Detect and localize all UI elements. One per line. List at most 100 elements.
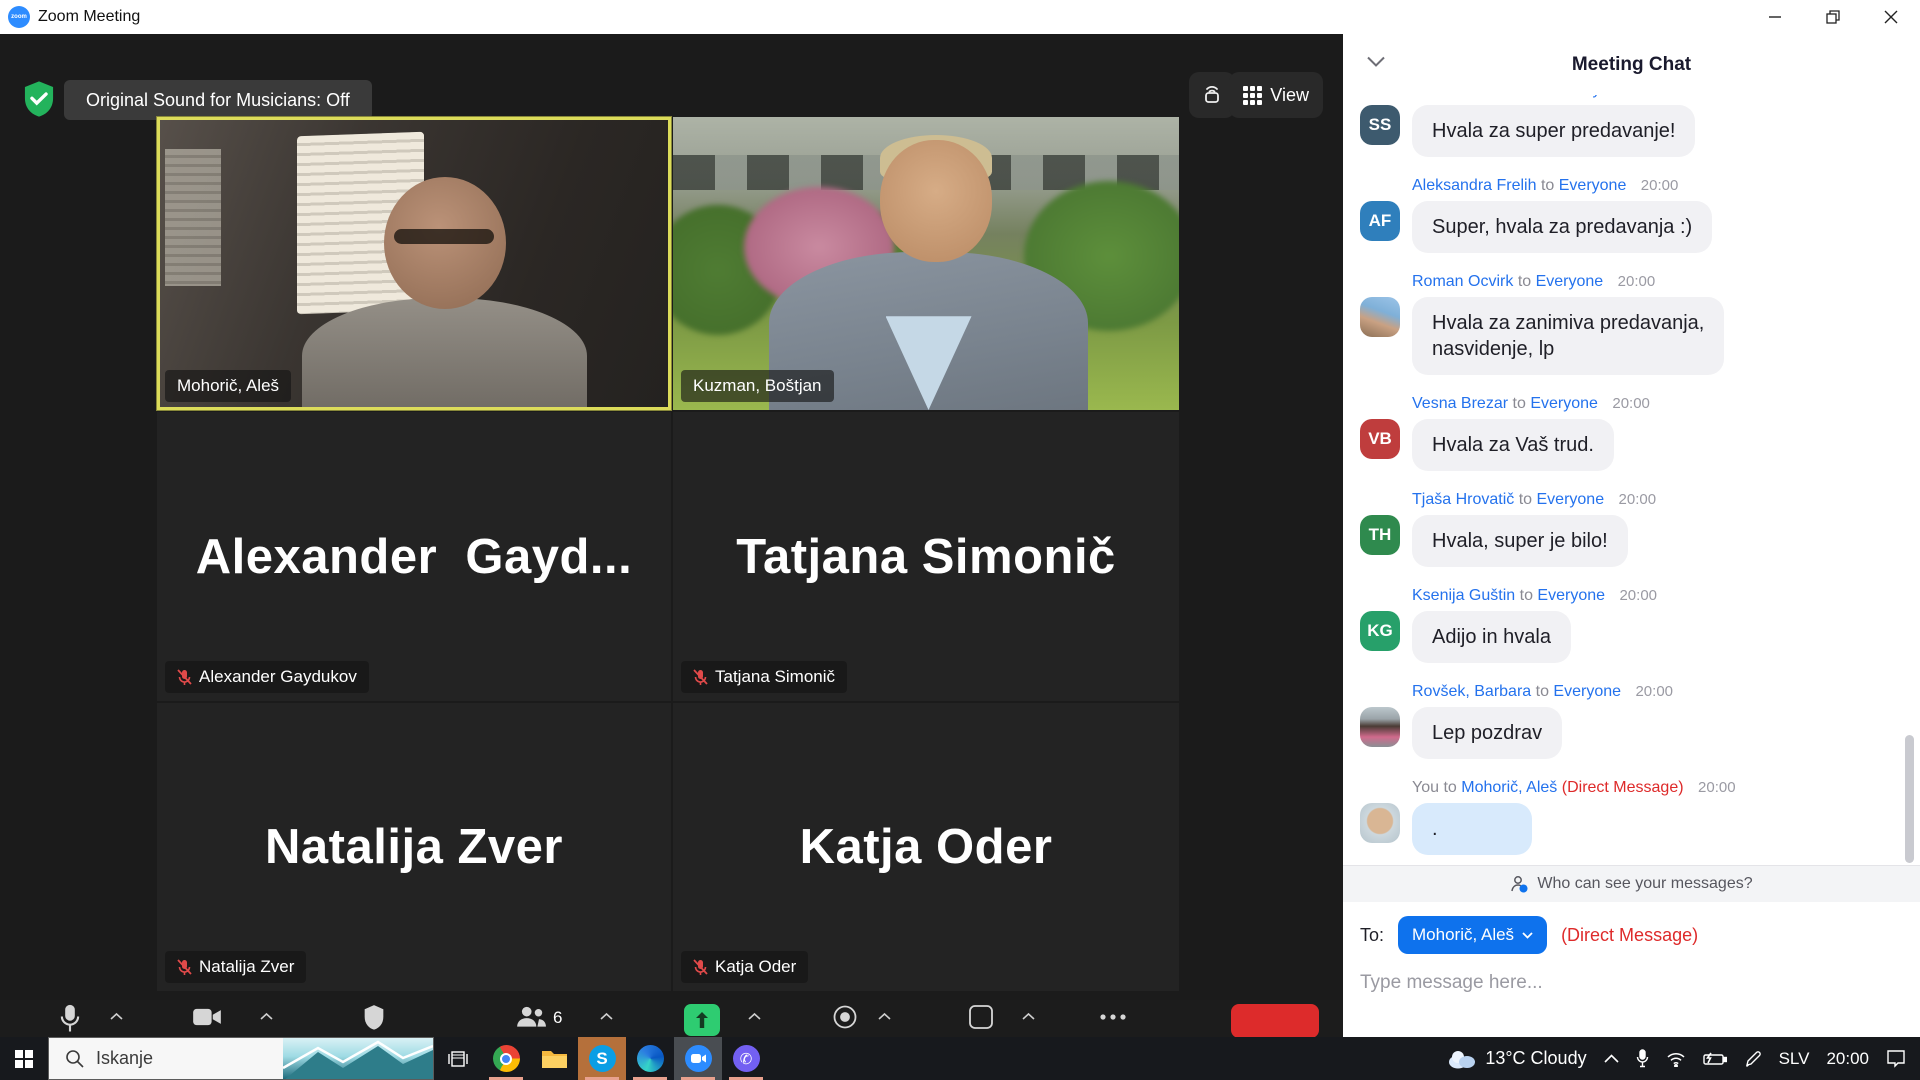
message-bubble: Hvala za super predavanje!	[1412, 105, 1695, 157]
participant-nameplate: Natalija Zver	[165, 951, 306, 983]
message-header: Vesna Brezar to Everyone 20:00	[1412, 395, 1920, 413]
participants-button[interactable]: 6	[515, 1004, 562, 1030]
message-header: Sabina Skomršek to Everyone 19:59	[1412, 95, 1920, 99]
message-recipient: Everyone	[1559, 177, 1627, 194]
message-sender: Tjaša Hrovatič	[1412, 491, 1514, 508]
video-tile-gaydukov[interactable]: Alexander Gayd... Alexander Gaydukov	[157, 412, 671, 701]
taskbar-skype[interactable]: S	[578, 1037, 626, 1080]
message-recipient: Everyone	[1537, 491, 1605, 508]
avatar: SS	[1360, 105, 1400, 145]
message-time: 20:00	[1618, 273, 1656, 290]
message-header: Roman Ocvirk to Everyone 20:00	[1412, 273, 1920, 291]
original-sound-badge[interactable]: Original Sound for Musicians: Off	[64, 80, 372, 120]
video-tile-simonic[interactable]: Tatjana Simonič Tatjana Simonič	[673, 412, 1179, 701]
minimize-button[interactable]	[1746, 0, 1804, 34]
message-recipient: Everyone	[1537, 587, 1605, 604]
start-button[interactable]	[0, 1037, 48, 1080]
language-indicator[interactable]: SLV	[1779, 1049, 1810, 1069]
video-button[interactable]	[192, 1004, 222, 1030]
message-bubble: Hvala za Vaš trud.	[1412, 419, 1614, 471]
to-label: To:	[1360, 925, 1384, 946]
message-sender: Aleksandra Frelih	[1412, 177, 1537, 194]
participants-options-chevron[interactable]	[600, 1012, 613, 1020]
taskbar-viber[interactable]: ✆	[722, 1037, 770, 1080]
mute-options-chevron[interactable]	[110, 1012, 123, 1020]
action-center-icon[interactable]	[1886, 1049, 1906, 1068]
message-recipient: Everyone	[1530, 395, 1598, 412]
recipient-selector[interactable]: Mohorič, Aleš	[1398, 916, 1547, 954]
taskbar-chrome[interactable]	[482, 1037, 530, 1080]
record-options-chevron[interactable]	[878, 1012, 891, 1020]
reactions-button[interactable]	[968, 1004, 994, 1030]
clock[interactable]: 20:00	[1826, 1049, 1869, 1069]
participant-big-name: Natalija Zver	[157, 703, 671, 991]
taskbar-edge[interactable]	[626, 1037, 674, 1080]
chat-message: Sabina Skomršek to Everyone 19:59 SS Hva…	[1360, 95, 1920, 157]
message-header: Rovšek, Barbara to Everyone 20:00	[1412, 683, 1920, 701]
meeting-info-shield-icon[interactable]	[22, 80, 56, 123]
restore-button[interactable]	[1804, 0, 1862, 34]
participant-nameplate: Tatjana Simonič	[681, 661, 847, 693]
tray-pen-icon[interactable]	[1744, 1050, 1762, 1068]
avatar: KG	[1360, 611, 1400, 651]
view-button[interactable]: View	[1229, 72, 1323, 118]
more-button[interactable]	[1100, 1014, 1126, 1020]
taskbar-search[interactable]	[48, 1037, 434, 1080]
tray-battery-icon[interactable]	[1703, 1052, 1727, 1066]
search-input[interactable]	[96, 1048, 266, 1069]
viber-icon: ✆	[733, 1045, 760, 1072]
participant-nameplate: Katja Oder	[681, 951, 808, 983]
close-button[interactable]	[1862, 0, 1920, 34]
screen: zoom Zoom Meeting Original S	[0, 0, 1920, 1080]
security-button[interactable]	[362, 1004, 386, 1032]
video-tile-kuzman[interactable]: Kuzman, Boštjan	[673, 117, 1179, 410]
chevron-down-icon[interactable]	[1367, 54, 1385, 72]
edge-icon	[637, 1045, 664, 1072]
avatar	[1360, 803, 1400, 843]
connected-device-button[interactable]	[1189, 72, 1235, 118]
chevron-down-icon	[1522, 932, 1533, 939]
cloud-icon	[1446, 1049, 1476, 1069]
leave-button[interactable]	[1231, 1004, 1319, 1037]
message-recipient: Mohorič, Aleš	[1461, 779, 1557, 796]
record-button[interactable]	[832, 1004, 858, 1030]
view-button-label: View	[1270, 85, 1309, 106]
message-header: Ksenija Guštin to Everyone 20:00	[1412, 587, 1920, 605]
participant-name: Tatjana Simonič	[715, 667, 835, 687]
skype-icon: S	[589, 1045, 616, 1072]
video-tile-oder[interactable]: Katja Oder Katja Oder	[673, 703, 1179, 991]
chat-scrollbar[interactable]	[1905, 735, 1914, 863]
chat-message: Tjaša Hrovatič to Everyone 20:00 TH Hval…	[1360, 491, 1920, 567]
zoom-logo-icon: zoom	[8, 6, 30, 28]
chat-header: Meeting Chat	[1343, 34, 1920, 95]
participant-nameplate: Kuzman, Boštjan	[681, 370, 834, 402]
video-options-chevron[interactable]	[260, 1012, 273, 1020]
task-view-button[interactable]	[434, 1037, 482, 1080]
taskbar-zoom[interactable]	[674, 1037, 722, 1080]
message-time: 20:00	[1641, 177, 1679, 194]
share-options-chevron[interactable]	[748, 1012, 761, 1020]
message-input[interactable]	[1360, 972, 1880, 994]
message-time: 20:00	[1612, 395, 1650, 412]
participant-video	[160, 120, 668, 407]
participant-name: Alexander Gaydukov	[199, 667, 357, 687]
participant-nameplate: Mohorič, Aleš	[165, 370, 291, 402]
participants-count: 6	[553, 1008, 562, 1028]
mute-button[interactable]	[58, 1004, 82, 1034]
zoom-app-icon	[685, 1045, 712, 1072]
video-tile-zver[interactable]: Natalija Zver Natalija Zver	[157, 703, 671, 991]
reactions-options-chevron[interactable]	[1022, 1012, 1035, 1020]
message-time: 20:00	[1635, 683, 1673, 700]
taskbar-explorer[interactable]	[530, 1037, 578, 1080]
direct-message-note: (Direct Message)	[1561, 925, 1698, 946]
share-screen-button[interactable]	[684, 1004, 720, 1036]
message-bubble: Hvala za zanimiva predavanja, nasvidenje…	[1412, 297, 1724, 375]
taskbar-weather[interactable]: 13°C Cloudy	[1446, 1048, 1586, 1069]
tray-wifi-icon[interactable]	[1666, 1051, 1686, 1067]
tray-mic-icon[interactable]	[1636, 1049, 1649, 1068]
video-tile-mohoric[interactable]: Mohorič, Aleš	[157, 117, 671, 410]
tray-chevron-up-icon[interactable]	[1604, 1054, 1619, 1063]
message-bubble: Lep pozdrav	[1412, 707, 1562, 759]
who-can-see-link[interactable]: Who can see your messages?	[1343, 865, 1920, 902]
chat-message-list[interactable]: Sabina Skomršek to Everyone 19:59 SS Hva…	[1343, 95, 1920, 865]
